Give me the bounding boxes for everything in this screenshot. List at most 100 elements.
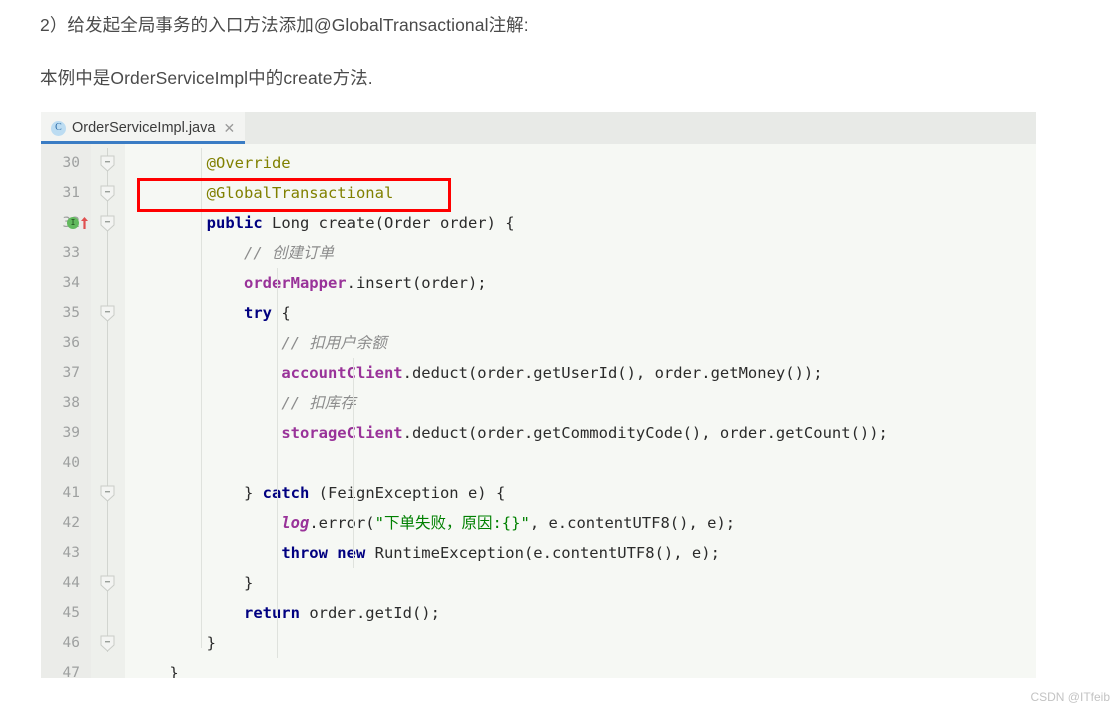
code-token: .insert(order); [346, 274, 487, 292]
code-fold-icon[interactable] [100, 575, 115, 592]
indent-guide [353, 358, 354, 568]
code-fold-icon[interactable] [100, 215, 115, 232]
code-line: throw new RuntimeException(e.contentUTF8… [125, 538, 1036, 568]
code-text-area[interactable]: @Override @GlobalTransactional public Lo… [125, 144, 1036, 678]
tab-order-service-impl[interactable]: C OrderServiceImpl.java ✕ [41, 112, 246, 144]
code-token: // 扣用户余额 [281, 334, 387, 352]
close-icon[interactable]: ✕ [221, 121, 237, 135]
line-number: 46 [62, 635, 80, 651]
code-line: @GlobalTransactional [125, 178, 1036, 208]
fold-row [91, 238, 125, 268]
code-token: orderMapper [243, 274, 347, 292]
line-number: 42 [62, 515, 80, 531]
code-token: // 扣库存 [281, 394, 356, 412]
fold-row [91, 268, 125, 298]
code-token: } [132, 484, 263, 502]
code-fold-icon[interactable] [100, 485, 115, 502]
fold-row [91, 478, 125, 508]
line-number: 34 [62, 275, 80, 291]
code-token: .deduct(order.getUserId(), order.getMone… [402, 364, 823, 382]
code-line: storageClient.deduct(order.getCommodityC… [125, 418, 1036, 448]
code-line: accountClient.deduct(order.getUserId(), … [125, 358, 1036, 388]
code-line: } [125, 628, 1036, 658]
line-number: 44 [62, 575, 80, 591]
code-token: (FeignException e) { [309, 484, 506, 502]
code-fold-icon[interactable] [100, 155, 115, 172]
line-number: 39 [62, 425, 80, 441]
prose-paragraph-1: 2）给发起全局事务的入口方法添加@GlobalTransactional注解: [40, 15, 529, 35]
implementing-method-icon[interactable]: I [67, 217, 79, 229]
indent-guide [201, 148, 202, 648]
code-token: { [271, 304, 291, 322]
override-arrow-icon[interactable] [80, 216, 89, 230]
code-fold-icon[interactable] [100, 185, 115, 202]
tab-filename: OrderServiceImpl.java [72, 120, 216, 136]
line-number: 37 [62, 365, 80, 381]
line-number: 33 [62, 245, 80, 261]
code-line: } catch (FeignException e) { [125, 478, 1036, 508]
code-line: try { [125, 298, 1036, 328]
code-line: log.error("下单失败，原因:{}", e.contentUTF8(),… [125, 508, 1036, 538]
fold-row [91, 538, 125, 568]
code-token: , e.contentUTF8(), e); [529, 514, 736, 532]
code-line: public Long create(Order order) { [125, 208, 1036, 238]
fold-row [91, 148, 125, 178]
line-number-gutter[interactable]: 303132I333435363738394041424344454647 [41, 144, 91, 678]
code-token: @GlobalTransactional [206, 184, 394, 202]
code-token: catch [262, 484, 310, 502]
line-number: 30 [62, 155, 80, 171]
code-line: } [125, 568, 1036, 598]
code-token: public [206, 214, 263, 232]
code-token: @Override [206, 154, 291, 172]
fold-row [91, 208, 125, 238]
code-fold-icon[interactable] [100, 305, 115, 322]
code-token: } [132, 664, 179, 678]
code-token: // 创建订单 [243, 244, 334, 262]
fold-row [91, 658, 125, 678]
code-token: .deduct(order.getCommodityCode(), order.… [402, 424, 888, 442]
code-token: try [243, 304, 272, 322]
fold-row [91, 388, 125, 418]
fold-row [91, 418, 125, 448]
editor-tab-strip: C OrderServiceImpl.java ✕ [41, 112, 1036, 144]
fold-row [91, 598, 125, 628]
code-line: // 扣用户余额 [125, 328, 1036, 358]
code-token: .error( [309, 514, 375, 532]
code-token: return [243, 604, 300, 622]
line-number: 36 [62, 335, 80, 351]
line-number: 47 [62, 665, 80, 678]
code-token: RuntimeException(e.contentUTF8(), e); [365, 544, 720, 562]
code-token: accountClient [281, 364, 403, 382]
code-line: orderMapper.insert(order); [125, 268, 1036, 298]
code-token: } [132, 634, 216, 652]
fold-row [91, 628, 125, 658]
code-line: } [125, 658, 1036, 678]
gutter-markers[interactable]: I [67, 208, 91, 238]
code-editor-panel: C OrderServiceImpl.java ✕ 303132I3334353… [41, 112, 1036, 678]
watermark-text: CSDN @ITfeib [1030, 690, 1110, 704]
code-line: return order.getId(); [125, 598, 1036, 628]
code-folding-gutter[interactable] [91, 144, 125, 678]
fold-row [91, 568, 125, 598]
code-token: } [132, 574, 254, 592]
code-fold-icon[interactable] [100, 635, 115, 652]
fold-row [91, 298, 125, 328]
code-line: // 创建订单 [125, 238, 1036, 268]
code-token: log [281, 514, 310, 532]
line-number: 45 [62, 605, 80, 621]
line-number: 40 [62, 455, 80, 471]
code-line: // 扣库存 [125, 388, 1036, 418]
fold-row [91, 508, 125, 538]
